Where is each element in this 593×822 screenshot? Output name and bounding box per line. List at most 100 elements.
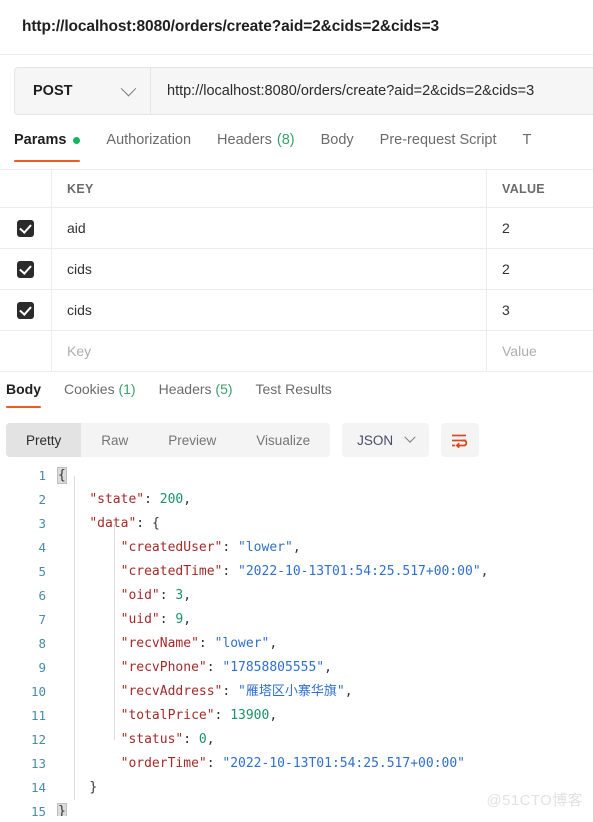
- json-token-punc: ,: [269, 636, 278, 651]
- params-placeholder-row[interactable]: Key Value: [0, 331, 593, 372]
- request-tab-authorization[interactable]: Authorization: [106, 129, 191, 162]
- view-mode-visualize[interactable]: Visualize: [236, 423, 330, 457]
- placeholder-key-input[interactable]: Key: [52, 331, 487, 371]
- json-token-str: "17858805555": [222, 660, 325, 675]
- json-line: 13 "orderTime": "2022-10-13T01:54:25.517…: [0, 752, 593, 776]
- json-token-punc: ,: [344, 684, 353, 699]
- param-value-input[interactable]: 2: [487, 249, 593, 289]
- placeholder-checkbox-cell: [0, 331, 52, 371]
- json-line: 8 "recvName": "lower",: [0, 632, 593, 656]
- json-line: 10 "recvAddress": "雁塔区小寨华旗",: [0, 680, 593, 704]
- response-tab-test-results[interactable]: Test Results: [256, 381, 332, 408]
- request-tab-count: (8): [276, 132, 295, 148]
- json-token-str: "lower": [238, 540, 293, 555]
- url-input[interactable]: http://localhost:8080/orders/create?aid=…: [150, 67, 593, 115]
- header-key-cell: KEY: [52, 170, 487, 207]
- chevron-down-icon: [120, 80, 137, 96]
- json-token-num: 200: [159, 492, 184, 507]
- json-token-key: "orderTime": [120, 756, 207, 771]
- response-format-select[interactable]: JSON: [342, 423, 430, 457]
- placeholder-value-text: Value: [502, 343, 537, 359]
- word-wrap-button[interactable]: [441, 423, 480, 457]
- checkbox-checked-icon: [17, 301, 34, 319]
- json-token-punc: ,: [206, 732, 215, 747]
- line-number: 5: [38, 564, 46, 579]
- view-mode-preview[interactable]: Preview: [148, 423, 236, 457]
- header-checkbox-cell: [0, 170, 52, 207]
- json-token-key: "createdTime": [120, 564, 223, 579]
- json-token-key: "recvAddress": [120, 684, 223, 699]
- param-key-input[interactable]: cids: [52, 249, 487, 289]
- json-token-key: "oid": [120, 588, 160, 603]
- json-token-punc: ,: [269, 708, 278, 723]
- table-row[interactable]: cids 3: [0, 290, 593, 331]
- line-number: 14: [30, 780, 46, 795]
- json-line-content: "state": 200,: [58, 488, 191, 512]
- json-line-content: "oid": 3,: [58, 584, 191, 608]
- param-enabled-checkbox[interactable]: [0, 290, 52, 330]
- response-tabs: Body Cookies (1) Headers (5) Test Results: [0, 381, 593, 414]
- json-line-content: }: [58, 776, 97, 800]
- request-tab-body[interactable]: Body: [321, 129, 354, 162]
- request-tab-params[interactable]: Params: [14, 129, 81, 162]
- param-value-input[interactable]: 2: [487, 208, 593, 248]
- param-value-input[interactable]: 3: [487, 290, 593, 330]
- json-line: 1{: [0, 464, 593, 488]
- json-line-content: "recvPhone": "17858805555",: [58, 656, 332, 680]
- json-token-punc: :: [206, 660, 223, 675]
- param-value-text: 2: [502, 261, 510, 277]
- request-tabs: Params Authorization Headers (8) Body Pre-req…: [0, 129, 593, 170]
- response-tab-body[interactable]: Body: [6, 381, 41, 408]
- json-line-content: "recvAddress": "雁塔区小寨华旗",: [58, 680, 353, 704]
- view-mode-pretty[interactable]: Pretty: [6, 423, 82, 457]
- line-number: 15: [30, 804, 46, 816]
- json-token-num: 13900: [230, 708, 270, 723]
- param-key-input[interactable]: cids: [52, 290, 487, 330]
- json-line-content: "recvName": "lower",: [58, 632, 278, 656]
- line-number: 7: [38, 612, 46, 627]
- json-line: 11 "totalPrice": 13900,: [0, 704, 593, 728]
- http-method-select[interactable]: POST: [14, 67, 150, 115]
- table-row[interactable]: cids 2: [0, 249, 593, 290]
- param-key-text: cids: [67, 261, 92, 277]
- json-token-key: "recvName": [120, 636, 199, 651]
- view-mode-raw[interactable]: Raw: [81, 423, 148, 457]
- checkbox-checked-icon: [17, 219, 34, 237]
- json-token-punc: :: [206, 756, 223, 771]
- param-key-input[interactable]: aid: [52, 208, 487, 248]
- request-tab-label: Authorization: [106, 132, 192, 148]
- request-tab-label: Headers: [217, 132, 272, 148]
- param-enabled-checkbox[interactable]: [0, 249, 52, 289]
- json-line-content: }: [57, 800, 67, 816]
- response-tab-cookies[interactable]: Cookies (1): [64, 381, 136, 408]
- request-tab-t[interactable]: T: [523, 129, 532, 162]
- param-enabled-checkbox[interactable]: [0, 208, 52, 248]
- response-body-json[interactable]: 1{2 "state": 200, 3 "data": {4 "createdUs…: [0, 464, 593, 816]
- line-number: 1: [38, 468, 46, 483]
- json-token-punc: ,: [292, 540, 301, 555]
- chevron-down-icon: [404, 431, 416, 443]
- line-number: 12: [30, 732, 46, 747]
- json-line-content: "createdTime": "2022-10-13T01:54:25.517+…: [58, 560, 489, 584]
- json-token-punc: ,: [183, 492, 192, 507]
- json-token-key: "createdUser": [120, 540, 223, 555]
- line-number: 2: [38, 492, 46, 507]
- params-table-header: KEY VALUE: [0, 170, 593, 208]
- response-tab-headers[interactable]: Headers (5): [159, 381, 233, 408]
- json-token-str: "lower": [214, 636, 270, 651]
- table-row[interactable]: aid 2: [0, 208, 593, 249]
- request-tab-pre-request-script[interactable]: Pre-request Script: [380, 129, 497, 162]
- url-input-value: http://localhost:8080/orders/create?aid=…: [167, 83, 535, 99]
- page-title: http://localhost:8080/orders/create?aid=…: [22, 18, 440, 35]
- placeholder-value-input[interactable]: Value: [487, 331, 593, 371]
- json-token-punc: :: [214, 708, 231, 723]
- column-header-value: VALUE: [502, 181, 545, 196]
- json-line: 5 "createdTime": "2022-10-13T01:54:25.51…: [0, 560, 593, 584]
- postman-window: http://localhost:8080/orders/create?aid=…: [0, 0, 593, 822]
- request-tab-headers[interactable]: Headers (8): [217, 129, 295, 162]
- json-token-key: "uid": [120, 612, 160, 627]
- json-token-punc: ,: [324, 660, 332, 675]
- json-line-content: "status": 0,: [58, 728, 215, 752]
- json-line: 6 "oid": 3,: [0, 584, 593, 608]
- json-token-str: "2022-10-13T01:54:25.517+00:00": [238, 564, 481, 579]
